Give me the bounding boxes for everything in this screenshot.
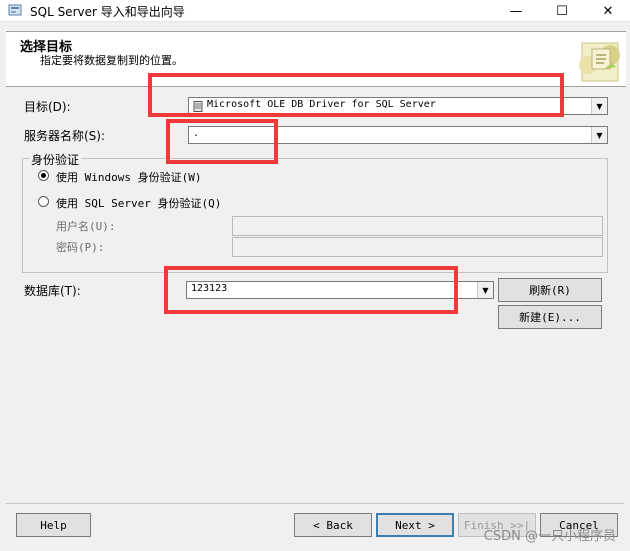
app-icon [8,4,22,16]
chevron-down-icon[interactable]: ▼ [591,98,607,114]
maximize-button[interactable]: ☐ [539,0,585,22]
password-input[interactable] [232,237,603,257]
destination-label: 目标(D): [24,100,71,114]
close-button[interactable]: ✕ [585,0,630,22]
watermark: CSDN @一只小程序员 [483,529,616,544]
refresh-button[interactable]: 刷新(R) [498,278,602,302]
password-label: 密码(P): [56,241,105,254]
next-button[interactable]: Next > [376,513,454,537]
windows-auth-label[interactable]: 使用 Windows 身份验证(W) [56,169,201,185]
username-label: 用户名(U): [56,220,116,233]
authentication-group-label: 身份验证 [29,151,82,168]
annotation-box-server [166,119,278,164]
footer-divider [6,503,624,504]
help-button[interactable]: Help [16,513,91,537]
sql-auth-label[interactable]: 使用 SQL Server 身份验证(Q) [56,195,221,211]
annotation-box-destination [148,73,564,117]
title-bar: SQL Server 导入和导出向导 — ☐ ✕ [0,0,630,22]
windows-auth-radio[interactable] [38,170,49,181]
server-name-label: 服务器名称(S): [24,129,106,143]
sql-auth-radio[interactable] [38,196,49,207]
database-label: 数据库(T): [24,284,81,298]
chevron-down-icon[interactable]: ▼ [477,282,493,298]
page-subtitle: 指定要将数据复制到的位置。 [40,54,183,67]
annotation-box-database [164,266,458,314]
window-title: SQL Server 导入和导出向导 [30,5,185,19]
minimize-button[interactable]: — [493,0,539,22]
new-database-button[interactable]: 新建(E)... [498,305,602,329]
username-input[interactable] [232,216,603,236]
wizard-banner-icon [579,42,620,82]
chevron-down-icon[interactable]: ▼ [591,127,607,143]
back-button[interactable]: < Back [294,513,372,537]
